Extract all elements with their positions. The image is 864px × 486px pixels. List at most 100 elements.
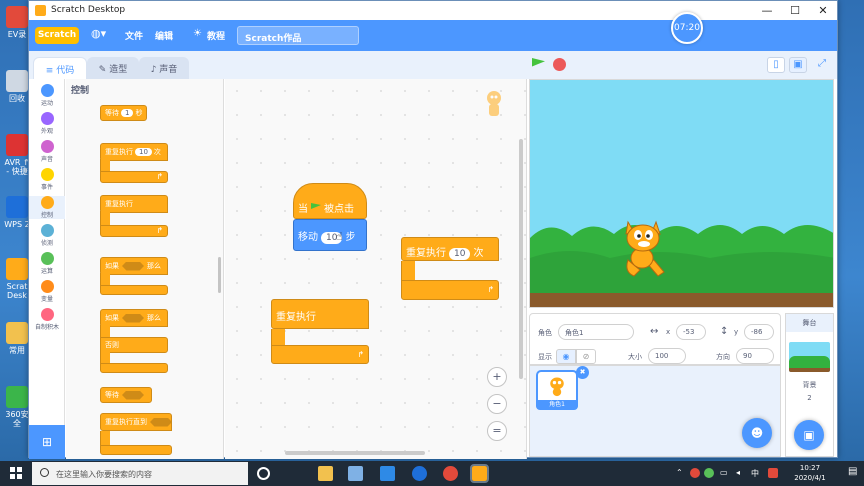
palette-scrollbar[interactable] xyxy=(218,257,221,293)
choose-backdrop-icon[interactable]: ▣ xyxy=(794,420,824,450)
store-icon[interactable] xyxy=(348,466,363,481)
stop-button[interactable] xyxy=(553,58,566,71)
block-text: 当 xyxy=(298,204,308,215)
category-operators[interactable]: 运算 xyxy=(29,252,65,275)
wps-tray-icon[interactable] xyxy=(768,468,778,478)
condition-slot[interactable] xyxy=(122,261,144,271)
zoom-out-button[interactable]: − xyxy=(487,394,507,414)
block-wait-until[interactable]: 等待 xyxy=(100,387,152,403)
maximize-button[interactable]: ☐ xyxy=(781,1,809,20)
tab-costumes[interactable]: ✎ 造型 xyxy=(87,57,139,79)
condition-slot[interactable] xyxy=(122,313,144,323)
category-sound[interactable]: 声音 xyxy=(29,140,65,163)
x-label: x xyxy=(666,328,671,336)
normal-stage-button[interactable]: ▣ xyxy=(789,57,807,73)
menu-edit[interactable]: 编辑 xyxy=(155,29,173,42)
taskbar-clock[interactable]: 10:27 2020/4/1 xyxy=(788,463,832,483)
desktop-icon-label: 常用 xyxy=(9,346,25,355)
condition-slot[interactable] xyxy=(150,417,172,427)
when-flag-clicked-block[interactable]: 当 被点击 xyxy=(293,183,367,219)
repeat-count-input[interactable]: 10 xyxy=(449,248,471,260)
speaker-tray-icon[interactable]: ◂ xyxy=(736,468,740,477)
ime-indicator[interactable]: 中 xyxy=(751,468,759,479)
category-sensing[interactable]: 侦测 xyxy=(29,224,65,247)
minimize-button[interactable]: — xyxy=(753,1,781,20)
block-if-else[interactable]: 如果 那么 xyxy=(100,309,168,327)
workspace-hscrollbar[interactable] xyxy=(285,451,425,455)
zoom-in-button[interactable]: + xyxy=(487,367,507,387)
edge-icon[interactable] xyxy=(412,466,427,481)
category-my-blocks[interactable]: 自制积木 xyxy=(29,308,65,331)
stage-selector[interactable]: 舞台 背景 2 ▣ xyxy=(785,313,834,457)
chrome-icon[interactable] xyxy=(443,466,458,481)
cat-sprite-icon[interactable] xyxy=(618,218,668,280)
menu-file[interactable]: 文件 xyxy=(125,29,143,42)
fullscreen-button[interactable]: ⤢ xyxy=(813,57,831,73)
move-steps-block[interactable]: 移动 10 步 xyxy=(293,219,367,251)
notification-icon[interactable]: ▤ xyxy=(848,466,857,477)
windows-start-icon[interactable] xyxy=(10,467,22,479)
stage[interactable] xyxy=(529,79,834,308)
backdrop-count: 2 xyxy=(807,394,812,402)
language-globe-icon[interactable]: ◍▾ xyxy=(91,27,106,40)
recycle-bin-icon xyxy=(6,70,28,92)
y-label: y xyxy=(734,328,739,336)
block-repeat[interactable]: 重复执行 10 次 xyxy=(100,143,168,161)
workspace-repeat-block[interactable]: 重复执行 10 次 xyxy=(401,237,499,261)
workspace-forever-block[interactable]: 重复执行 xyxy=(271,299,369,329)
zoom-reset-button[interactable]: = xyxy=(487,421,507,441)
tab-code[interactable]: ≡ 代码 xyxy=(33,57,87,79)
code-workspace[interactable]: 当被点击 移动 10 步 ☝ 重复执行 10 次 ↱ 重复执行 ↱ + − = xyxy=(225,79,527,459)
direction-input[interactable]: 90 xyxy=(736,348,774,364)
taskbar-search-box[interactable]: 在这里输入你要搜索的内容 xyxy=(32,462,248,485)
category-motion[interactable]: 运动 xyxy=(29,84,65,107)
show-sprite-eye-icon[interactable]: ◉ xyxy=(556,349,576,364)
block-wait[interactable]: 等待 1 秒 xyxy=(100,105,148,121)
category-looks[interactable]: 外观 xyxy=(29,112,65,135)
x-position-input[interactable]: -53 xyxy=(676,324,706,340)
cortana-icon[interactable] xyxy=(257,467,270,480)
y-position-input[interactable]: -86 xyxy=(744,324,774,340)
block-text: 被点击 xyxy=(324,204,354,215)
tab-sounds[interactable]: ♪ 声音 xyxy=(139,57,189,79)
delete-sprite-trash-icon[interactable]: ✖ xyxy=(576,366,589,379)
size-input[interactable]: 100 xyxy=(648,348,686,364)
block-if-then[interactable]: 如果 那么 xyxy=(100,257,168,275)
battery-icon[interactable]: ▭ xyxy=(720,468,728,477)
block-repeat-until[interactable]: 重复执行直到 xyxy=(100,413,172,431)
hide-sprite-icon[interactable]: ⊘ xyxy=(576,349,596,364)
desktop-icon-label: EV录 xyxy=(7,30,27,39)
scratch-logo[interactable]: Scratch xyxy=(35,27,79,44)
tray-360-icon[interactable] xyxy=(704,468,714,478)
scratch-taskbar-icon[interactable] xyxy=(470,464,489,483)
mail-icon[interactable] xyxy=(380,466,395,481)
choose-sprite-cat-icon[interactable]: ☻ xyxy=(742,418,772,448)
sprite-thumbnail[interactable]: 角色1 ✖ xyxy=(536,366,589,410)
tray-expand-icon[interactable]: ⌃ xyxy=(676,468,683,477)
category-control[interactable]: 控制 xyxy=(29,196,65,219)
block-forever[interactable]: 重复执行 xyxy=(100,195,168,213)
add-extension-button[interactable]: ⊞ xyxy=(29,425,65,459)
workspace-vscrollbar[interactable] xyxy=(519,139,523,379)
project-title-input[interactable]: Scratch作品 xyxy=(237,26,359,45)
file-explorer-icon[interactable] xyxy=(318,466,333,481)
brush-icon: ✎ xyxy=(98,65,110,75)
category-events[interactable]: 事件 xyxy=(29,168,65,191)
desktop-icon-label: Scrat Desk xyxy=(6,282,28,300)
menu-tutorial[interactable]: 教程 xyxy=(207,29,225,42)
block-number-input[interactable]: 10 xyxy=(135,148,152,156)
category-label: 事件 xyxy=(40,184,53,191)
sprite-name-input[interactable]: 角色1 xyxy=(558,324,634,340)
block-text: 重复执行 xyxy=(105,148,133,156)
category-variables[interactable]: 变量 xyxy=(29,280,65,303)
block-number-input[interactable]: 1 xyxy=(121,109,134,117)
category-label: 侦测 xyxy=(40,240,53,247)
close-button[interactable]: ✕ xyxy=(809,1,837,20)
small-stage-button[interactable]: ▯ xyxy=(767,57,785,73)
condition-slot[interactable] xyxy=(122,390,144,400)
green-flag-button[interactable] xyxy=(532,58,545,67)
block-text: 重复执行直到 xyxy=(105,418,147,426)
tray-app-icon[interactable] xyxy=(690,468,700,478)
block-text: 重复执行 xyxy=(105,200,133,208)
block-else-label: 否则 xyxy=(100,337,168,353)
